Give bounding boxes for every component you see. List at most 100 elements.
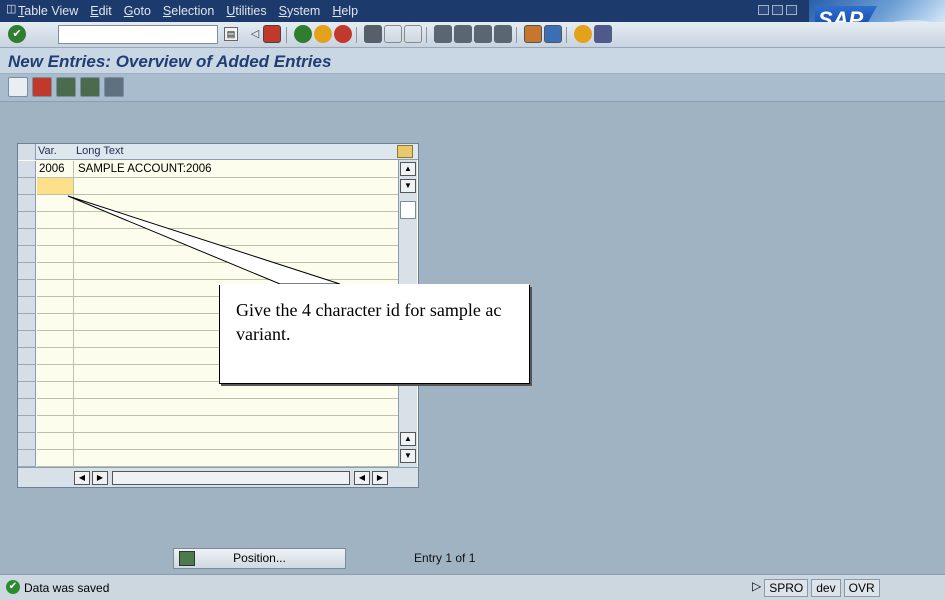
var-cell[interactable] <box>37 280 74 296</box>
enter-icon[interactable]: ✔ <box>8 25 26 43</box>
row-selector[interactable] <box>18 212 36 229</box>
var-cell[interactable] <box>37 365 74 381</box>
customize-layout-icon[interactable] <box>594 25 612 43</box>
var-cell[interactable] <box>37 297 74 313</box>
row-selector[interactable] <box>18 178 36 195</box>
menu-help[interactable]: Help <box>332 4 358 18</box>
status-mode[interactable]: OVR <box>843 579 880 597</box>
long-text-cell[interactable] <box>76 246 396 262</box>
scroll-page-down-icon[interactable]: ▼ <box>400 449 416 463</box>
row-selector[interactable] <box>18 229 36 246</box>
menu-system[interactable]: System <box>279 4 321 18</box>
next-page-icon[interactable] <box>474 25 492 43</box>
menu-utilities[interactable]: Utilities <box>226 4 266 18</box>
minimize-button[interactable] <box>758 5 769 15</box>
var-cell[interactable] <box>37 229 74 245</box>
row-selector[interactable] <box>18 399 36 416</box>
menu-goto[interactable]: Goto <box>124 4 151 18</box>
var-cell[interactable] <box>37 399 74 415</box>
status-expand-icon[interactable]: ▷ <box>752 579 761 597</box>
last-page-icon[interactable] <box>494 25 512 43</box>
var-cell[interactable] <box>37 416 74 432</box>
shortcut-icon[interactable] <box>544 25 562 43</box>
var-cell[interactable]: 2006 <box>37 161 74 177</box>
row-selector[interactable] <box>18 433 36 450</box>
cancel-icon[interactable] <box>334 25 352 43</box>
find-next-icon[interactable] <box>404 25 422 43</box>
var-cell[interactable] <box>37 195 74 211</box>
scroll-page-up-icon[interactable]: ▲ <box>400 432 416 446</box>
first-page-icon[interactable] <box>434 25 452 43</box>
row-selector[interactable] <box>18 314 36 331</box>
deselect-all-icon[interactable] <box>104 77 124 97</box>
back-icon[interactable] <box>294 25 312 43</box>
var-cell[interactable] <box>37 212 74 228</box>
select-block-icon[interactable] <box>80 77 100 97</box>
save-icon[interactable] <box>263 25 281 43</box>
maximize-button[interactable] <box>772 5 783 15</box>
long-text-cell[interactable] <box>76 263 396 279</box>
var-cell[interactable] <box>37 246 74 262</box>
long-text-cell[interactable] <box>76 229 396 245</box>
scroll-right-icon[interactable]: ▶ <box>372 471 388 485</box>
var-cell[interactable] <box>37 314 74 330</box>
row-selector[interactable] <box>18 365 36 382</box>
position-button[interactable]: Position... <box>173 548 346 569</box>
var-cell[interactable] <box>37 263 74 279</box>
row-selector[interactable] <box>18 348 36 365</box>
long-text-cell[interactable] <box>76 416 396 432</box>
find-icon[interactable] <box>384 25 402 43</box>
var-cell[interactable] <box>37 450 74 466</box>
row-selector[interactable] <box>18 382 36 399</box>
previous-page-icon[interactable] <box>454 25 472 43</box>
scroll-down-icon[interactable]: ▼ <box>400 179 416 193</box>
row-selector[interactable] <box>18 280 36 297</box>
long-text-cell[interactable] <box>76 178 396 194</box>
command-field[interactable] <box>58 25 218 44</box>
row-selector[interactable] <box>18 416 36 433</box>
menu-selection[interactable]: Selection <box>163 4 214 18</box>
long-text-cell[interactable] <box>76 382 396 398</box>
long-text-cell[interactable] <box>76 399 396 415</box>
menu-edit[interactable]: Edit <box>90 4 112 18</box>
var-cell[interactable] <box>37 433 74 449</box>
scroll-left-icon[interactable]: ◀ <box>354 471 370 485</box>
column-header-var[interactable]: Var. <box>38 145 57 157</box>
scroll-thumb[interactable] <box>400 201 416 219</box>
var-cell[interactable] <box>37 382 74 398</box>
column-header-long-text[interactable]: Long Text <box>76 145 124 157</box>
long-text-cell[interactable] <box>76 433 396 449</box>
save-entries-icon[interactable] <box>32 77 52 97</box>
scroll-up-icon[interactable]: ▲ <box>400 162 416 176</box>
close-button[interactable] <box>786 5 797 15</box>
system-menu-icon[interactable]: ◫ <box>6 2 16 15</box>
row-selector[interactable] <box>18 297 36 314</box>
create-session-icon[interactable] <box>524 25 542 43</box>
scroll-left-icon[interactable]: ◀ <box>74 471 90 485</box>
var-cell[interactable] <box>37 331 74 347</box>
exit-icon[interactable] <box>314 25 332 43</box>
menu-table-view[interactable]: Table View <box>18 4 78 18</box>
edit-icon[interactable] <box>8 77 28 97</box>
help-icon[interactable] <box>574 25 592 43</box>
long-text-cell[interactable] <box>76 195 396 211</box>
scroll-right-icon[interactable]: ▶ <box>92 471 108 485</box>
print-icon[interactable] <box>364 25 382 43</box>
row-selector[interactable] <box>18 246 36 263</box>
long-text-cell[interactable] <box>76 212 396 228</box>
row-selector[interactable] <box>18 195 36 212</box>
horizontal-scroll-track[interactable] <box>112 471 350 485</box>
select-all-icon[interactable] <box>56 77 76 97</box>
var-cell[interactable] <box>37 348 74 364</box>
row-selector[interactable] <box>18 263 36 280</box>
var-cell[interactable] <box>37 178 74 194</box>
row-selector[interactable] <box>18 450 36 467</box>
row-selector[interactable] <box>18 161 36 178</box>
back-arrow-icon[interactable]: ◁ <box>246 25 264 43</box>
row-selector[interactable] <box>18 331 36 348</box>
table-settings-icon[interactable] <box>397 145 413 158</box>
long-text-cell[interactable] <box>76 450 396 466</box>
long-text-cell[interactable]: SAMPLE ACCOUNT:2006 <box>76 161 396 177</box>
select-all-cell[interactable] <box>18 144 36 160</box>
command-history-icon[interactable]: ▤ <box>224 27 238 41</box>
